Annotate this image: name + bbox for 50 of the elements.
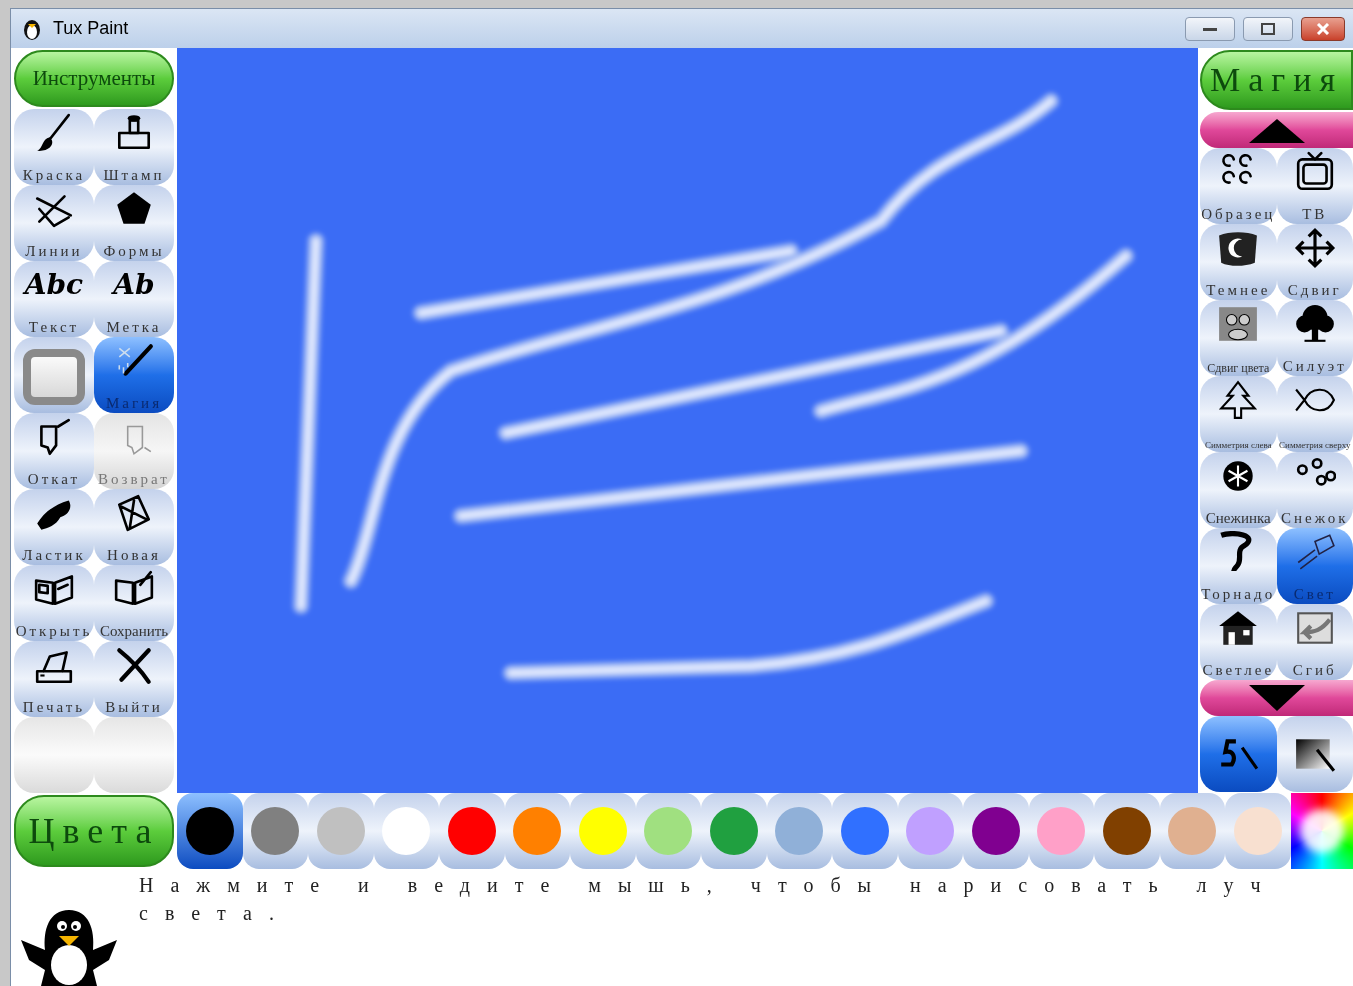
window-title: Tux Paint — [53, 17, 129, 40]
tools-header: Инструменты — [14, 50, 174, 107]
magic-tool-button[interactable]: Сгиб — [1276, 604, 1353, 680]
magic-tool-button[interactable]: Сдвиг — [1276, 224, 1353, 300]
tool-button[interactable]: Ластик — [14, 489, 94, 565]
magic-tool-button[interactable]: Снежинка — [1200, 452, 1277, 528]
square-icon — [23, 348, 85, 405]
abc-glyph: Abc — [24, 267, 84, 303]
magic-tool-button[interactable]: Симметрия сверху — [1276, 376, 1353, 452]
magic-tool-button[interactable]: Снежок — [1276, 452, 1353, 528]
minimize-button[interactable] — [1185, 16, 1235, 41]
color-swatch[interactable] — [1225, 793, 1291, 869]
magic-tool-button[interactable]: Торнадо — [1200, 528, 1277, 604]
maximize-icon — [1261, 22, 1275, 35]
close-icon — [1316, 22, 1330, 35]
tool-button[interactable]: Открыть — [14, 565, 94, 641]
magic-tool-button[interactable]: ТВ — [1276, 148, 1353, 224]
colors-header: Цвета — [14, 795, 174, 867]
scroll-up-button[interactable] — [1200, 112, 1353, 148]
color-swatch[interactable] — [242, 793, 308, 869]
color-swatch[interactable] — [177, 793, 243, 869]
move-arrows-icon — [1293, 227, 1336, 269]
magic-mode-button[interactable] — [1200, 716, 1277, 792]
magic-header: Магия — [1200, 50, 1353, 110]
magic-tool-button[interactable]: Светлее — [1200, 604, 1277, 680]
magic-tool-button[interactable]: Силуэт — [1276, 300, 1353, 376]
tool-button[interactable]: Линии — [14, 185, 94, 261]
magic-tool-button[interactable]: Темнее — [1200, 224, 1277, 300]
tool-button[interactable]: Новая — [94, 489, 174, 565]
tool-button[interactable]: Ab Метка — [94, 261, 174, 337]
tool-button[interactable]: Краска — [14, 109, 94, 185]
tool-button[interactable] — [14, 337, 94, 413]
scroll-down-button[interactable] — [1200, 680, 1353, 716]
tree-icon — [1293, 303, 1336, 345]
tool-button[interactable]: Формы — [94, 185, 174, 261]
magic-tool-button[interactable]: Образец — [1200, 148, 1277, 224]
close-button[interactable] — [1301, 16, 1345, 41]
maximize-button[interactable] — [1243, 16, 1293, 41]
status-message: Нажмите и ведите мышь, чтобы нарисовать луч света. — [139, 873, 1279, 926]
tool-button[interactable]: Откат — [14, 413, 94, 489]
color-picker[interactable] — [1290, 793, 1353, 869]
tool-button[interactable]: Abc Текст — [14, 261, 94, 337]
abc-glyph: Ab — [113, 267, 155, 303]
tool-button[interactable]: Штамп — [94, 109, 174, 185]
tool-button[interactable]: Печать — [14, 641, 94, 717]
tool-button[interactable]: Сохранить — [94, 565, 174, 641]
magic-tool-button[interactable]: Симметрия слева — [1200, 376, 1277, 452]
magic-mode-button[interactable] — [1276, 716, 1353, 792]
tool-button[interactable]: Выйти — [94, 641, 174, 717]
magic-tool-button[interactable]: Сдвиг цвета — [1200, 300, 1277, 376]
